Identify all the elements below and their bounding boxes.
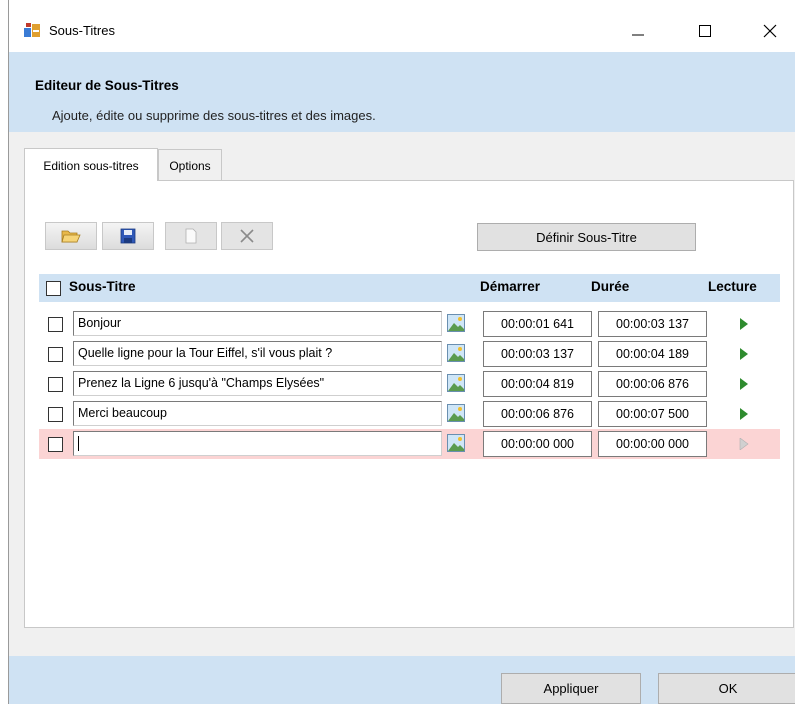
duration-field[interactable]: 00:00:06 876 — [598, 371, 707, 397]
column-play: Lecture — [708, 279, 757, 294]
image-icon[interactable] — [447, 314, 465, 332]
close-icon — [763, 24, 777, 38]
delete-icon — [240, 229, 254, 243]
play-icon[interactable] — [739, 348, 749, 360]
open-button[interactable] — [45, 222, 97, 250]
new-document-icon — [185, 228, 197, 244]
table-row: Prenez la Ligne 6 jusqu'à "Champs Elysée… — [39, 369, 780, 399]
maximize-icon — [699, 25, 711, 37]
subtitle-text-field[interactable]: Bonjour — [73, 311, 442, 336]
duration-field[interactable]: 00:00:07 500 — [598, 401, 707, 427]
start-time-field[interactable]: 00:00:01 641 — [483, 311, 592, 337]
new-row: 00:00:00 000 00:00:00 000 — [39, 429, 780, 459]
new-button[interactable] — [165, 222, 217, 250]
column-duration: Durée — [591, 279, 630, 294]
play-icon[interactable] — [739, 318, 749, 330]
image-icon[interactable] — [447, 374, 465, 392]
row-checkbox[interactable] — [48, 437, 63, 452]
duration-field[interactable]: 00:00:00 000 — [598, 431, 707, 457]
close-button[interactable] — [748, 14, 792, 48]
header-title: Editeur de Sous-Titres — [35, 78, 179, 93]
define-subtitle-button[interactable]: Définir Sous-Titre — [477, 223, 696, 251]
text-caret — [78, 436, 79, 452]
new-subtitle-text-field[interactable] — [73, 431, 442, 456]
save-icon — [120, 228, 136, 244]
table-row: Merci beaucoup 00:00:06 876 00:00:07 500 — [39, 399, 780, 429]
subtitle-text-field[interactable]: Merci beaucoup — [73, 401, 442, 426]
dialog-window: Sous-Titres Editeur de Sous-Titres Ajout… — [8, 0, 795, 704]
image-icon[interactable] — [447, 344, 465, 362]
delete-button[interactable] — [221, 222, 273, 250]
minimize-icon — [632, 34, 644, 36]
save-button[interactable] — [102, 222, 154, 250]
tab-options[interactable]: Options — [158, 149, 222, 181]
subtitle-text-field[interactable]: Quelle ligne pour la Tour Eiffel, s'il v… — [73, 341, 442, 366]
play-icon[interactable] — [739, 408, 749, 420]
table-row: Bonjour 00:00:01 641 00:00:03 137 — [39, 309, 780, 339]
app-icon — [24, 23, 40, 37]
header-banner: Editeur de Sous-Titres Ajoute, édite ou … — [9, 52, 795, 132]
duration-field[interactable]: 00:00:03 137 — [598, 311, 707, 337]
title-bar[interactable]: Sous-Titres — [9, 0, 795, 52]
maximize-button[interactable] — [683, 14, 727, 48]
header-subtitle: Ajoute, édite ou supprime des sous-titre… — [52, 108, 376, 123]
column-subtitle: Sous-Titre — [69, 279, 136, 294]
duration-field[interactable]: 00:00:04 189 — [598, 341, 707, 367]
image-icon[interactable] — [447, 434, 465, 452]
window-title: Sous-Titres — [49, 23, 115, 38]
start-time-field[interactable]: 00:00:06 876 — [483, 401, 592, 427]
select-all-checkbox[interactable] — [46, 281, 61, 296]
apply-button[interactable]: Appliquer — [501, 673, 641, 704]
ok-button[interactable]: OK — [658, 673, 795, 704]
start-time-field[interactable]: 00:00:04 819 — [483, 371, 592, 397]
minimize-button[interactable] — [616, 14, 660, 48]
column-start: Démarrer — [480, 279, 541, 294]
subtitle-text-field[interactable]: Prenez la Ligne 6 jusqu'à "Champs Elysée… — [73, 371, 442, 396]
folder-open-icon — [61, 230, 81, 243]
table-row: Quelle ligne pour la Tour Eiffel, s'il v… — [39, 339, 780, 369]
column-header: Sous-Titre Démarrer Durée Lecture — [39, 274, 780, 302]
row-checkbox[interactable] — [48, 347, 63, 362]
row-checkbox[interactable] — [48, 407, 63, 422]
start-time-field[interactable]: 00:00:00 000 — [483, 431, 592, 457]
row-checkbox[interactable] — [48, 317, 63, 332]
image-icon[interactable] — [447, 404, 465, 422]
start-time-field[interactable]: 00:00:03 137 — [483, 341, 592, 367]
tab-edition[interactable]: Edition sous-titres — [24, 148, 158, 181]
row-checkbox[interactable] — [48, 377, 63, 392]
play-icon-disabled — [739, 438, 749, 450]
play-icon[interactable] — [739, 378, 749, 390]
